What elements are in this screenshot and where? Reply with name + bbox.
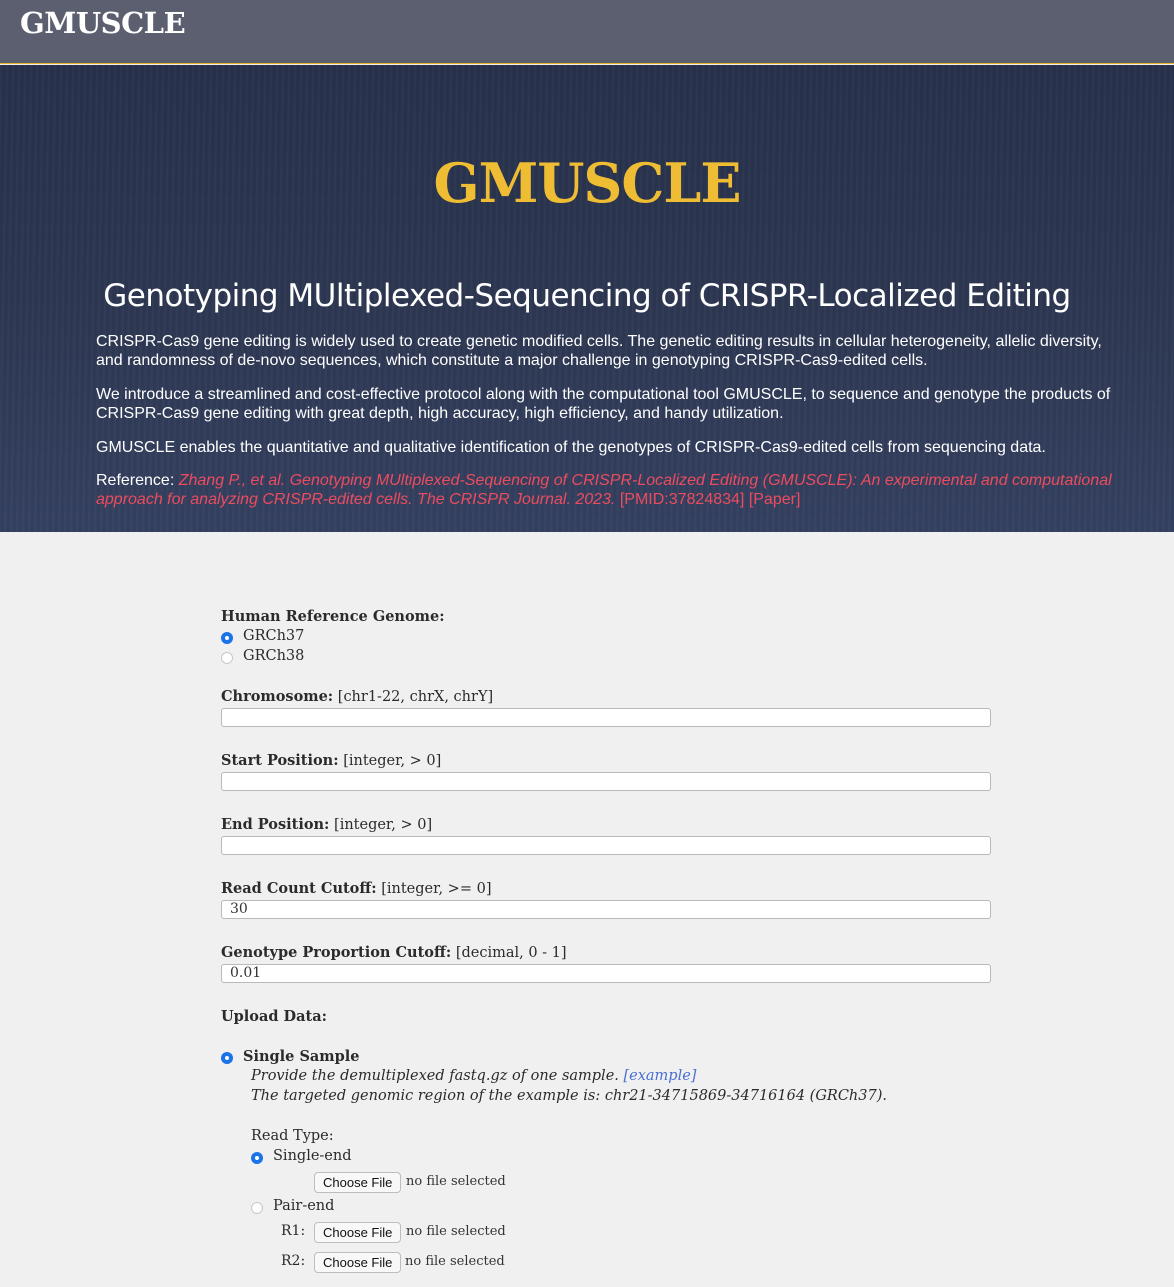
single-sample-label: Single Sample — [243, 1048, 360, 1065]
hero-title: GMUSCLE — [433, 151, 741, 215]
r1-file-status: no file selected — [406, 1224, 506, 1239]
genome-radio-grch38[interactable] — [221, 652, 233, 664]
genotype-prop-label: Genotype Proportion Cutoff: — [221, 944, 452, 961]
genome-option-grch37: GRCh37 — [243, 628, 305, 644]
genotype-prop-hint: [decimal, 0 - 1] — [455, 945, 567, 961]
top-navbar: GMUSCLE — [0, 0, 1174, 64]
end-label: End Position: — [221, 816, 330, 833]
example-link[interactable]: [example] — [624, 1068, 697, 1084]
start-position-input[interactable] — [221, 772, 991, 791]
genotype-prop-input[interactable]: 0.01 — [221, 964, 991, 983]
region-note: The targeted genomic region of the examp… — [251, 1088, 887, 1104]
single-sample-desc: Provide the demultiplexed fastq.gz of on… — [251, 1068, 624, 1084]
genome-option-grch38: GRCh38 — [243, 648, 305, 664]
genome-label: Human Reference Genome: — [221, 608, 445, 625]
r2-choose-file-button[interactable]: Choose File — [314, 1252, 402, 1273]
upload-label: Upload Data: — [221, 1008, 327, 1025]
reference-label: Reference: — [96, 472, 179, 489]
intro-paragraph-1: CRISPR-Cas9 gene editing is widely used … — [96, 333, 1102, 369]
read-type-label: Read Type: — [251, 1128, 334, 1144]
intro-paragraph-2: We introduce a streamlined and cost-effe… — [96, 386, 1111, 422]
reference: Reference: Zhang P., et al. Genotyping M… — [96, 471, 1116, 509]
single-sample-radio[interactable] — [221, 1052, 233, 1064]
chromosome-label: Chromosome: — [221, 688, 334, 705]
single-end-choose-file-button[interactable]: Choose File — [314, 1172, 402, 1193]
r1-choose-file-button[interactable]: Choose File — [314, 1222, 402, 1243]
start-label-row: Start Position: [integer, > 0] — [221, 752, 441, 769]
single-end-radio[interactable] — [251, 1152, 263, 1164]
intro-paragraph-3: GMUSCLE enables the quantitative and qua… — [96, 439, 1046, 456]
start-hint: [integer, > 0] — [343, 753, 442, 769]
read-count-label: Read Count Cutoff: — [221, 880, 377, 897]
read-count-hint: [integer, >= 0] — [381, 881, 492, 897]
r2-file-status: no file selected — [405, 1254, 505, 1269]
genotype-prop-label-row: Genotype Proportion Cutoff: [decimal, 0 … — [221, 944, 567, 961]
r1-label: R1: — [281, 1223, 306, 1239]
chromosome-input[interactable] — [221, 708, 991, 727]
single-sample-desc-row: Provide the demultiplexed fastq.gz of on… — [251, 1068, 696, 1084]
read-count-input[interactable]: 30 — [221, 900, 991, 919]
r2-label: R2: — [281, 1253, 306, 1269]
chromosome-hint: [chr1-22, chrX, chrY] — [337, 689, 494, 705]
hero-banner: GMUSCLE Genotyping MUltiplexed-Sequencin… — [0, 65, 1174, 532]
end-hint: [integer, > 0] — [334, 817, 433, 833]
hero-subtitle: Genotyping MUltiplexed-Sequencing of CRI… — [103, 278, 1071, 314]
reference-citation: Zhang P., et al. Genotyping MUltiplexed-… — [96, 472, 1112, 508]
pair-end-radio[interactable] — [251, 1202, 263, 1214]
nav-brand[interactable]: GMUSCLE — [20, 6, 186, 40]
single-end-label: Single-end — [273, 1148, 352, 1164]
genome-radio-grch37[interactable] — [221, 632, 233, 644]
pmid-link[interactable]: [PMID:37824834] — [620, 491, 745, 508]
chromosome-label-row: Chromosome: [chr1-22, chrX, chrY] — [221, 688, 493, 705]
start-label: Start Position: — [221, 752, 339, 769]
end-position-input[interactable] — [221, 836, 991, 855]
single-end-file-status: no file selected — [406, 1174, 506, 1189]
paper-link[interactable]: [Paper] — [749, 491, 801, 508]
read-count-label-row: Read Count Cutoff: [integer, >= 0] — [221, 880, 491, 897]
pair-end-label: Pair-end — [273, 1198, 335, 1214]
end-label-row: End Position: [integer, > 0] — [221, 816, 432, 833]
